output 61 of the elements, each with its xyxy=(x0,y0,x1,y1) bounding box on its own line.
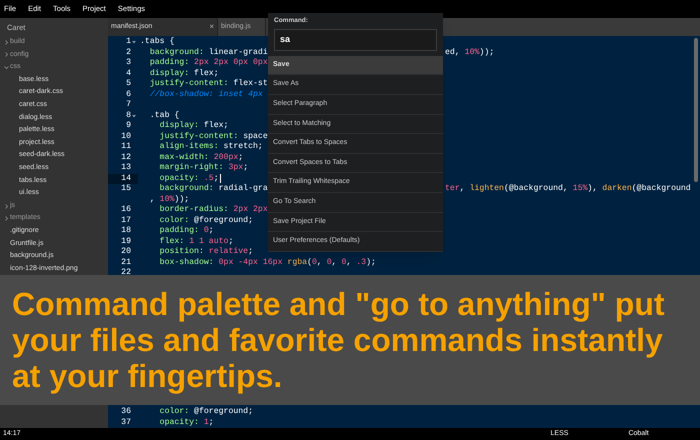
line-number: 6 xyxy=(126,90,131,100)
code-line: align-items: stretch; xyxy=(158,142,263,152)
code-line: border-radius: 2px 2px xyxy=(158,205,268,216)
code-line: //box-shadow: inset 4px xyxy=(148,90,263,100)
line-number: 22 xyxy=(121,268,131,278)
scrollbar[interactable] xyxy=(694,38,698,182)
chevron-right-icon[interactable] xyxy=(4,40,9,45)
line-number: 8 xyxy=(126,110,131,121)
line-number: 14 xyxy=(121,174,131,184)
line-number: 36 xyxy=(121,407,131,418)
chevron-right-icon[interactable] xyxy=(4,216,9,222)
line-number: 2 xyxy=(126,48,131,58)
line-number: 11 xyxy=(121,142,131,152)
line-number: 20 xyxy=(121,247,131,258)
code-line: .tab { xyxy=(148,110,180,121)
code-line: padding: 2px 2px 0px 0px xyxy=(148,58,268,68)
chevron-down-icon[interactable] xyxy=(4,64,9,70)
code-line: background: radial-gra xyxy=(158,184,268,193)
code-line: justify-content: space xyxy=(158,132,268,142)
code-line: opacity: .5; xyxy=(158,174,219,184)
command-input[interactable]: sa xyxy=(274,28,437,51)
code-line: padding: 0; xyxy=(158,226,214,236)
code-line: display: flex; xyxy=(158,121,228,132)
code-line: margin-right: 3px; xyxy=(158,163,248,174)
line-number: 12 xyxy=(121,152,131,163)
line-number: 15 xyxy=(121,184,131,194)
caption-text: Command palette and "go to anything" put your files and favorite commands instantly at your fingertips. xyxy=(12,286,666,394)
code-line: background: linear-gradi xyxy=(148,48,268,56)
code-line: display: flex; xyxy=(148,68,219,79)
code-line: ed, 10%)); xyxy=(445,48,494,56)
code-line: ter, lighten(@background, 15%), darken(@background xyxy=(445,184,691,193)
line-number: 17 xyxy=(121,216,131,226)
fold-arrow-icon[interactable] xyxy=(132,40,136,44)
line-number: 3 xyxy=(126,58,131,68)
close-tab-button[interactable]: × xyxy=(209,21,214,33)
line-number: 7 xyxy=(126,100,131,110)
code-line: flex: 1 1 auto; xyxy=(158,236,234,247)
line-number: 9 xyxy=(126,121,131,132)
line-number: 18 xyxy=(121,226,131,236)
code-line: max-width: 200px; xyxy=(158,152,244,163)
code-line: color: @foreground; xyxy=(158,407,254,418)
code-line: opacity: 1; xyxy=(158,418,214,428)
chevron-right-icon[interactable] xyxy=(4,52,9,58)
line-number: 21 xyxy=(121,258,131,268)
code-line: color: @foreground; xyxy=(158,216,254,226)
code-line: box-shadow: 0px -4px 16px rgba(0, 0, 0, .3); xyxy=(158,258,376,268)
code-line: , 10%)); xyxy=(148,194,190,205)
line-number: 16 xyxy=(121,205,131,216)
line-number: 19 xyxy=(121,236,131,247)
line-number: 10 xyxy=(121,132,131,142)
line-number: 37 xyxy=(121,418,131,428)
line-number: 4 xyxy=(126,68,131,79)
line-number: 1 xyxy=(126,37,131,48)
line-number: 13 xyxy=(121,163,131,174)
chevron-right-icon[interactable] xyxy=(4,204,9,209)
code-line: .tabs { xyxy=(140,37,174,48)
text-cursor xyxy=(220,174,221,184)
line-number: 5 xyxy=(126,79,131,90)
code-line: position: relative; xyxy=(158,247,254,258)
code-line: justify-content: flex-st xyxy=(148,79,268,90)
fold-arrow-icon[interactable] xyxy=(132,114,136,118)
